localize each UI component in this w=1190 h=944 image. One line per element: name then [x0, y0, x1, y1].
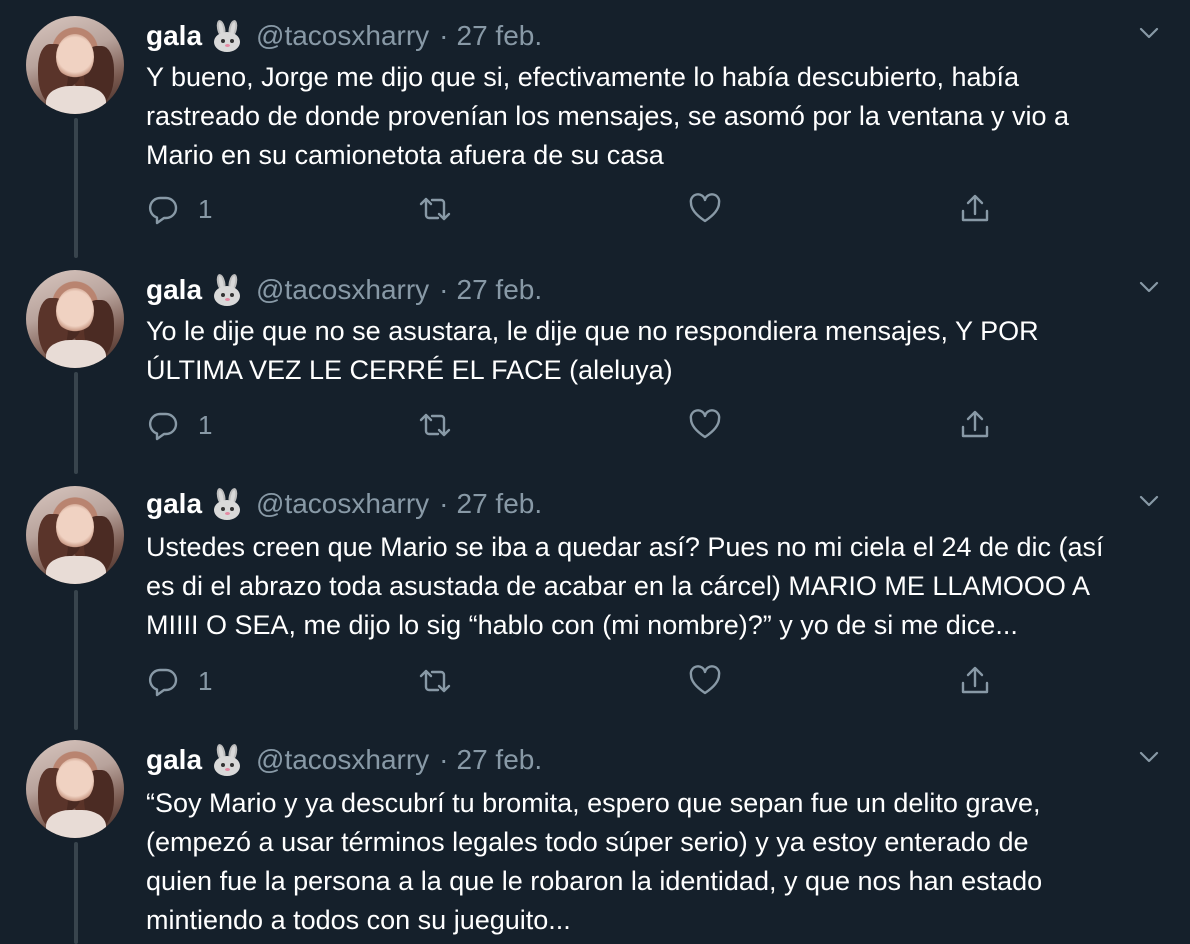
tweet-text: Y bueno, Jorge me dijo que si, efectivam… [146, 62, 1070, 170]
rabbit-face-icon [212, 487, 242, 520]
avatar[interactable] [26, 270, 124, 368]
share-button[interactable] [958, 408, 992, 442]
heart-icon [689, 409, 721, 439]
tweet[interactable]: gala @tacosxharry · 27 feb. “Soy Mario y… [0, 722, 1190, 944]
tweet-header: gala @tacosxharry · 27 feb. [146, 272, 542, 308]
retweet-icon [419, 197, 451, 221]
heart-icon [689, 665, 721, 695]
tweet-date[interactable]: 27 feb. [457, 274, 543, 306]
rabbit-face-icon [212, 743, 242, 776]
like-button[interactable] [688, 664, 722, 698]
retweet-button[interactable] [416, 192, 454, 226]
tweet-thread: gala @tacosxharry · 27 feb. Y bueno, Jor… [0, 0, 1190, 944]
display-name[interactable]: gala [146, 744, 202, 776]
like-button[interactable] [688, 192, 722, 226]
tweet[interactable]: gala @tacosxharry · 27 feb. Yo le dije q… [0, 252, 1190, 474]
tweet-date[interactable]: 27 feb. [457, 488, 543, 520]
share-button[interactable] [958, 664, 992, 698]
like-button[interactable] [688, 408, 722, 442]
tweet-header: gala @tacosxharry · 27 feb. [146, 18, 542, 54]
tweet-actions: 1 [146, 408, 1006, 442]
reply-count: 1 [198, 193, 213, 224]
reply-icon [148, 668, 178, 697]
rabbit-face-icon [212, 273, 242, 306]
tweet-text: Ustedes creen que Mario se iba a quedar … [146, 532, 1104, 640]
chevron-down-icon[interactable] [1138, 276, 1160, 298]
display-name[interactable]: gala [146, 488, 202, 520]
reply-button[interactable]: 1 [146, 408, 212, 442]
reply-button[interactable]: 1 [146, 192, 212, 226]
user-handle[interactable]: @tacosxharry [256, 488, 429, 520]
tweet-text: “Soy Mario y ya descubrí tu bromita, esp… [146, 788, 1043, 935]
avatar[interactable] [26, 486, 124, 584]
chevron-down-icon[interactable] [1138, 490, 1160, 512]
separator-dot: · [439, 20, 449, 51]
tweet-text: Yo le dije que no se asustara, le dije q… [146, 316, 1039, 385]
reply-count: 1 [198, 409, 213, 440]
share-icon [961, 410, 989, 438]
user-handle[interactable]: @tacosxharry [256, 274, 429, 306]
tweet-actions: 1 [146, 192, 1006, 226]
avatar[interactable] [26, 740, 124, 838]
reply-icon [148, 196, 178, 225]
tweet-actions: 1 [146, 664, 1006, 698]
tweet[interactable]: gala @tacosxharry · 27 feb. Ustedes cree… [0, 468, 1190, 730]
share-icon [961, 666, 989, 694]
chevron-down-icon[interactable] [1138, 22, 1160, 44]
retweet-button[interactable] [416, 664, 454, 698]
retweet-icon [419, 669, 451, 693]
share-icon [961, 194, 989, 222]
tweet-header: gala @tacosxharry · 27 feb. [146, 486, 542, 522]
separator-dot: · [439, 274, 449, 305]
retweet-button[interactable] [416, 408, 454, 442]
avatar[interactable] [26, 16, 124, 114]
user-handle[interactable]: @tacosxharry [256, 20, 429, 52]
tweet[interactable]: gala @tacosxharry · 27 feb. Y bueno, Jor… [0, 0, 1190, 260]
share-button[interactable] [958, 192, 992, 226]
tweet-date[interactable]: 27 feb. [457, 744, 543, 776]
tweet-header: gala @tacosxharry · 27 feb. [146, 742, 542, 778]
display-name[interactable]: gala [146, 274, 202, 306]
user-handle[interactable]: @tacosxharry [256, 744, 429, 776]
reply-icon [148, 412, 178, 441]
retweet-icon [419, 413, 451, 437]
rabbit-face-icon [212, 19, 242, 52]
reply-count: 1 [198, 665, 213, 696]
separator-dot: · [439, 744, 449, 775]
chevron-down-icon[interactable] [1138, 746, 1160, 768]
separator-dot: · [439, 488, 449, 519]
heart-icon [689, 193, 721, 223]
reply-button[interactable]: 1 [146, 664, 212, 698]
tweet-date[interactable]: 27 feb. [457, 20, 543, 52]
display-name[interactable]: gala [146, 20, 202, 52]
